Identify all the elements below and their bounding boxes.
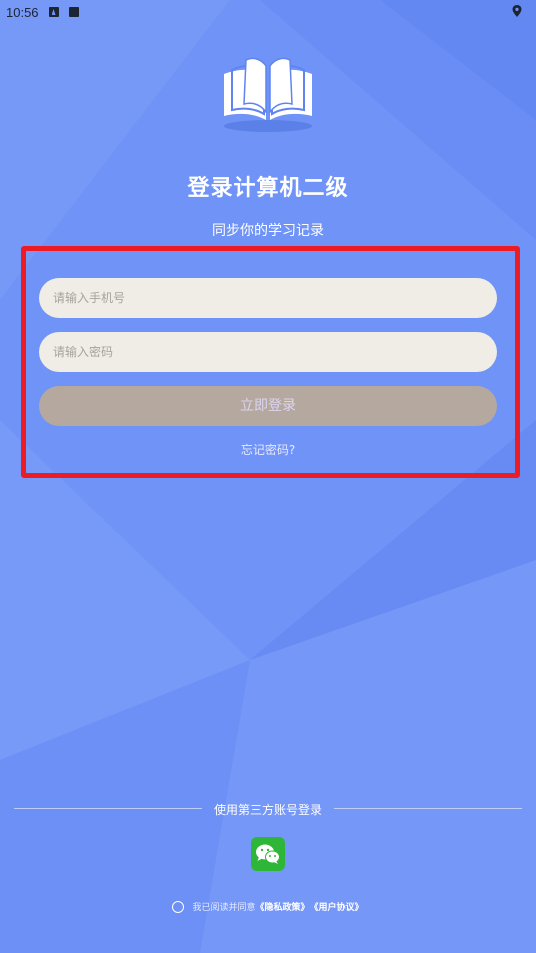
notification-a-icon <box>48 7 59 17</box>
wechat-login-button[interactable] <box>251 837 285 871</box>
login-button[interactable]: 立即登录 <box>39 386 497 426</box>
notification-square-icon <box>68 7 79 17</box>
phone-input[interactable] <box>39 278 497 318</box>
login-screen: 10:56 登录计算机二级 同步你的学习记录 立即登录 忘记密码? 使用第三方账… <box>0 0 536 953</box>
third-party-label: 使用第三方账号登录 <box>213 803 322 817</box>
forgot-password-link[interactable]: 忘记密码? <box>0 441 536 458</box>
password-input[interactable] <box>39 332 497 372</box>
user-agreement-link[interactable]: 《用户协议》 <box>310 900 364 913</box>
status-time: 10:56 <box>6 4 39 20</box>
wechat-icon <box>256 844 280 864</box>
book-logo-icon <box>224 57 312 132</box>
status-bar: 10:56 <box>0 0 536 24</box>
agreement-prefix: 我已阅读并同意 <box>192 903 256 913</box>
page-subtitle: 同步你的学习记录 <box>212 223 324 239</box>
privacy-policy-link[interactable]: 《隐私政策》 <box>255 900 309 913</box>
agreement-row: 我已阅读并同意 《隐私政策》 《用户协议》 <box>0 900 536 913</box>
agree-radio[interactable] <box>172 900 185 913</box>
location-icon <box>512 5 522 17</box>
page-title: 登录计算机二级 <box>187 176 349 201</box>
